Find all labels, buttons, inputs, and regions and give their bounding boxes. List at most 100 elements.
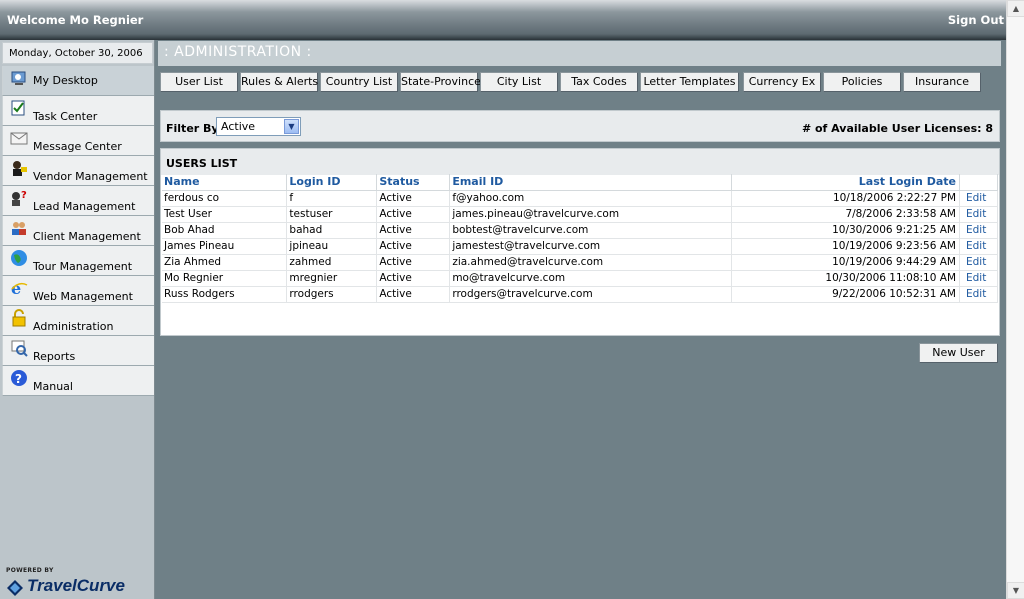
column-header-login-id[interactable]: Login ID [286,174,378,191]
sidebar-item-task-center[interactable]: Task Center [2,96,154,126]
cell-email: bobtest@travelcurve.com [449,222,733,239]
sidebar-item-label: Manual [33,380,73,393]
lock-icon [10,309,28,327]
top-header-bar: Welcome Mo Regnier Sign Out [0,0,1006,40]
sign-out-link[interactable]: Sign Out [948,13,1004,27]
cell-status: Active [376,206,451,223]
cell-last-login: 10/30/2006 11:08:10 AM [731,270,960,287]
scroll-up-icon[interactable]: ▲ [1007,0,1024,17]
users-list-title: USERS LIST [166,157,238,170]
cell-name: Russ Rodgers [162,286,288,303]
cell-last-login: 10/19/2006 9:44:29 AM [731,254,960,271]
cell-status: Active [376,270,451,287]
tab-state-province[interactable]: State-Province [400,72,481,92]
client-icon [10,219,28,237]
table-row: James Pineau jpineau Active jamestest@tr… [162,238,998,255]
sidebar-item-reports[interactable]: Reports [2,336,154,366]
tab-policies[interactable]: Policies [823,72,901,92]
edit-link[interactable]: Edit [959,270,998,287]
edit-link[interactable]: Edit [959,286,998,303]
sidebar-item-label: Vendor Management [33,170,148,183]
sidebar-item-label: Tour Management [33,260,133,273]
cell-login-id: testuser [286,206,378,223]
sidebar-item-label: Web Management [33,290,133,303]
cell-name: Zia Ahmed [162,254,288,271]
scroll-down-icon[interactable]: ▼ [1007,582,1024,599]
column-header-status[interactable]: Status [376,174,451,191]
sidebar-item-manual[interactable]: ? Manual [2,366,154,396]
users-list-panel: USERS LIST Name Login ID Status Email ID… [160,148,1000,336]
sidebar-item-vendor-management[interactable]: Vendor Management [2,156,154,186]
sidebar-item-label: Lead Management [33,200,136,213]
tab-currency-ex[interactable]: Currency Ex [743,72,821,92]
tab-insurance[interactable]: Insurance [903,72,981,92]
cell-login-id: mregnier [286,270,378,287]
available-licenses-text: # of Available User Licenses: 8 [801,122,993,135]
sidebar-item-label: Reports [33,350,76,363]
lead-icon: ? [10,189,28,207]
users-table: Name Login ID Status Email ID Last Login… [162,174,998,303]
chevron-down-icon[interactable]: ▼ [284,119,299,134]
sidebar-item-tour-management[interactable]: Tour Management [2,246,154,276]
cell-email: jamestest@travelcurve.com [449,238,733,255]
cell-login-id: bahad [286,222,378,239]
sidebar-item-lead-management[interactable]: ? Lead Management [2,186,154,216]
cell-name: ferdous co [162,190,288,207]
edit-link[interactable]: Edit [959,206,998,223]
cell-last-login: 10/30/2006 9:21:25 AM [731,222,960,239]
sidebar-nav: My Desktop Task Center Message Center Ve… [2,66,154,396]
cell-login-id: rrodgers [286,286,378,303]
cell-email: rrodgers@travelcurve.com [449,286,733,303]
table-header-row: Name Login ID Status Email ID Last Login… [162,174,998,191]
sidebar-item-web-management[interactable]: e Web Management [2,276,154,306]
column-header-action [959,174,998,191]
sidebar-item-client-management[interactable]: Client Management [2,216,154,246]
scroll-track[interactable] [1007,17,1024,582]
cell-name: Test User [162,206,288,223]
help-icon: ? [10,369,28,387]
cell-login-id: zahmed [286,254,378,271]
message-icon [10,129,28,147]
table-row: ferdous co f Active f@yahoo.com 10/18/20… [162,190,998,207]
column-header-name[interactable]: Name [162,174,288,191]
powered-by-text: POWERED BY [6,567,54,574]
sidebar: Monday, October 30, 2006 My Desktop Task… [0,40,155,599]
vertical-scrollbar[interactable]: ▲ ▼ [1006,0,1024,599]
logo-text: TravelCurve [27,576,125,595]
globe-icon [10,249,28,267]
cell-email: mo@travelcurve.com [449,270,733,287]
column-header-email-id[interactable]: Email ID [449,174,733,191]
edit-link[interactable]: Edit [959,254,998,271]
cell-login-id: f [286,190,378,207]
column-header-last-login-date[interactable]: Last Login Date [731,174,960,191]
table-row: Mo Regnier mregnier Active mo@travelcurv… [162,270,998,287]
desktop-icon [10,69,28,87]
page-title: : ADMINISTRATION : [158,41,1001,66]
task-icon [10,99,28,117]
tab-tax-codes[interactable]: Tax Codes [560,72,638,92]
cell-name: Mo Regnier [162,270,288,287]
status-filter-select[interactable]: Active ▼ [216,117,301,136]
edit-link[interactable]: Edit [959,222,998,239]
tab-rules-alerts[interactable]: Rules & Alerts [240,72,318,92]
reports-icon [10,339,28,357]
current-date: Monday, October 30, 2006 [2,42,153,64]
filter-bar: Filter By Active ▼ # of Available User L… [160,110,1000,142]
web-icon: e [10,279,28,298]
cell-email: zia.ahmed@travelcurve.com [449,254,733,271]
tab-letter-templates[interactable]: Letter Templates [640,72,739,92]
tab-country-list[interactable]: Country List [320,72,398,92]
cell-status: Active [376,254,451,271]
filter-selected-value: Active [221,120,256,133]
svg-text:?: ? [21,190,27,201]
tab-city-list[interactable]: City List [480,72,558,92]
edit-link[interactable]: Edit [959,190,998,207]
tab-user-list[interactable]: User List [160,72,238,92]
new-user-button[interactable]: New User [919,343,998,363]
cell-name: James Pineau [162,238,288,255]
sidebar-item-my-desktop[interactable]: My Desktop [2,66,154,96]
sidebar-item-label: My Desktop [33,74,98,87]
sidebar-item-administration[interactable]: Administration [2,306,154,336]
sidebar-item-message-center[interactable]: Message Center [2,126,154,156]
edit-link[interactable]: Edit [959,238,998,255]
